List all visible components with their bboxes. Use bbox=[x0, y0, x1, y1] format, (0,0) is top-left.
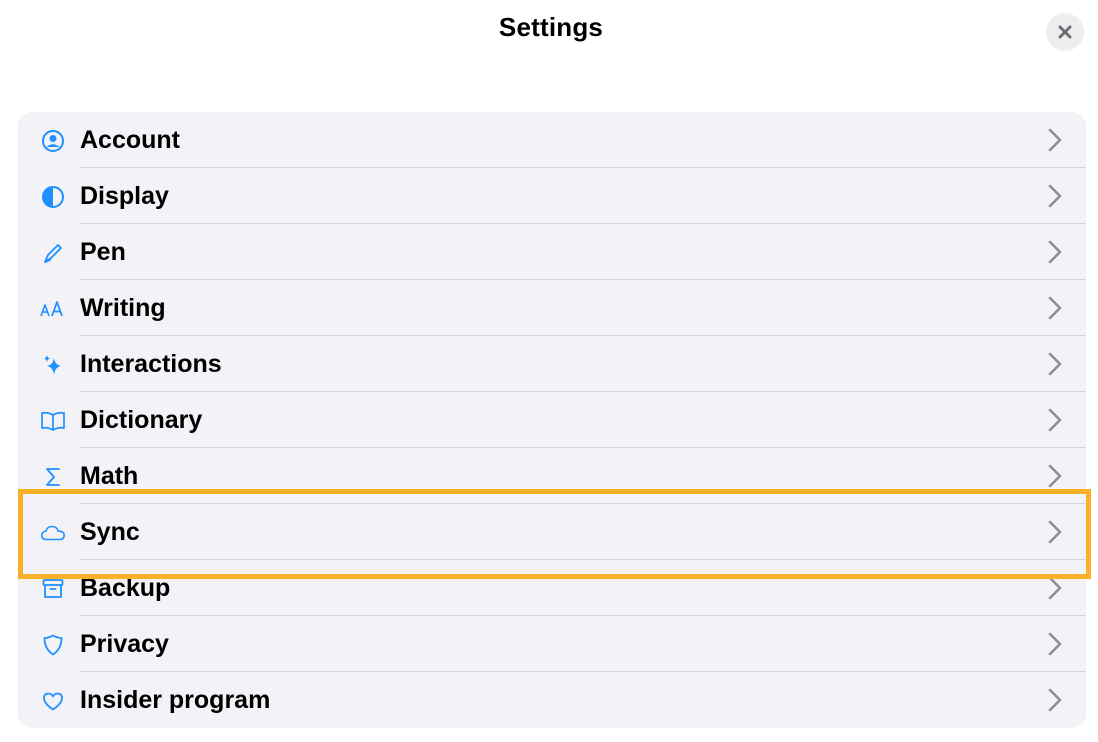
settings-item-label: Dictionary bbox=[80, 406, 203, 434]
chevron-right-icon bbox=[1048, 464, 1062, 488]
settings-item-account[interactable]: Account bbox=[18, 112, 1086, 168]
settings-item-math[interactable]: Math bbox=[18, 448, 1086, 504]
settings-item-backup[interactable]: Backup bbox=[18, 560, 1086, 616]
settings-item-label: Sync bbox=[80, 518, 140, 546]
shield-icon bbox=[40, 632, 66, 658]
sparkles-icon bbox=[40, 352, 66, 378]
chevron-right-icon bbox=[1048, 352, 1062, 376]
close-button[interactable] bbox=[1046, 13, 1084, 51]
settings-item-pen[interactable]: Pen bbox=[18, 224, 1086, 280]
chevron-right-icon bbox=[1048, 632, 1062, 656]
settings-item-label: Backup bbox=[80, 574, 171, 602]
close-icon bbox=[1058, 25, 1072, 39]
settings-item-privacy[interactable]: Privacy bbox=[18, 616, 1086, 672]
chevron-right-icon bbox=[1048, 576, 1062, 600]
settings-item-interactions[interactable]: Interactions bbox=[18, 336, 1086, 392]
book-icon bbox=[40, 408, 66, 434]
settings-item-writing[interactable]: Writing bbox=[18, 280, 1086, 336]
settings-item-label: Privacy bbox=[80, 630, 169, 658]
settings-item-label: Interactions bbox=[80, 350, 222, 378]
text-size-icon bbox=[40, 296, 66, 322]
header: Settings bbox=[0, 0, 1098, 80]
settings-item-label: Writing bbox=[80, 294, 166, 322]
settings-item-display[interactable]: Display bbox=[18, 168, 1086, 224]
chevron-right-icon bbox=[1048, 296, 1062, 320]
chevron-right-icon bbox=[1048, 520, 1062, 544]
settings-item-label: Pen bbox=[80, 238, 126, 266]
heart-icon bbox=[40, 688, 66, 714]
settings-item-label: Insider program bbox=[80, 686, 271, 714]
cloud-icon bbox=[40, 520, 66, 546]
settings-item-dictionary[interactable]: Dictionary bbox=[18, 392, 1086, 448]
settings-item-label: Account bbox=[80, 126, 180, 154]
person-circle-icon bbox=[40, 128, 66, 154]
archive-box-icon bbox=[40, 576, 66, 602]
half-circle-icon bbox=[40, 184, 66, 210]
chevron-right-icon bbox=[1048, 408, 1062, 432]
chevron-right-icon bbox=[1048, 184, 1062, 208]
sigma-icon bbox=[40, 464, 66, 490]
settings-list: Account Display Pen Writing Interactions… bbox=[18, 112, 1086, 728]
pen-icon bbox=[40, 240, 66, 266]
page-title: Settings bbox=[498, 12, 604, 42]
settings-item-insider-program[interactable]: Insider program bbox=[18, 672, 1086, 728]
chevron-right-icon bbox=[1048, 128, 1062, 152]
chevron-right-icon bbox=[1048, 688, 1062, 712]
settings-item-label: Display bbox=[80, 182, 169, 210]
chevron-right-icon bbox=[1048, 240, 1062, 264]
settings-item-label: Math bbox=[80, 462, 139, 490]
settings-item-sync[interactable]: Sync bbox=[18, 504, 1086, 560]
